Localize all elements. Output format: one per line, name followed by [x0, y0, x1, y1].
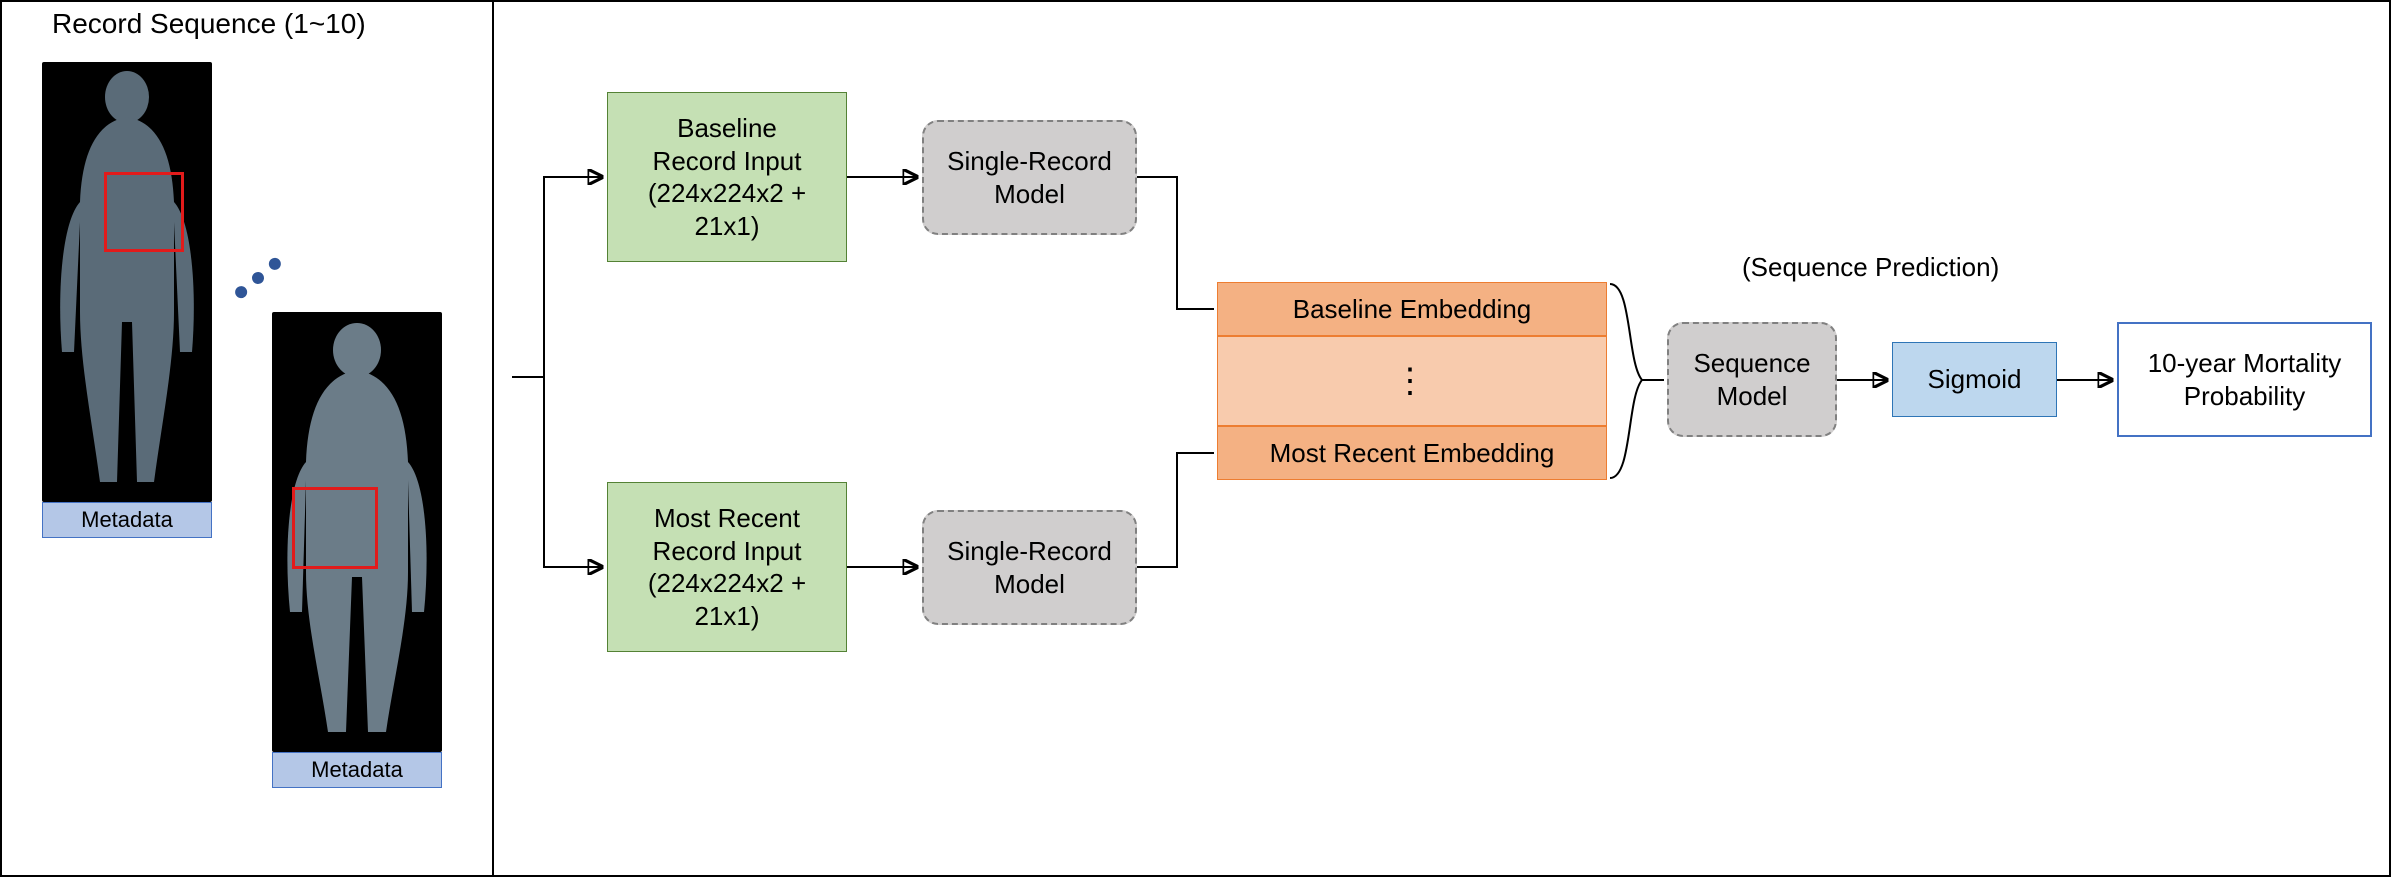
metadata-label: Metadata — [42, 502, 212, 538]
text: (224x224x2 + — [648, 177, 806, 210]
record-sequence-title: Record Sequence (1~10) — [52, 8, 366, 40]
baseline-embedding: Baseline Embedding — [1217, 282, 1607, 336]
sequence-model: Sequence Model — [1667, 322, 1837, 437]
sigmoid-block: Sigmoid — [1892, 342, 2057, 417]
baseline-record-input: Baseline Record Input (224x224x2 + 21x1) — [607, 92, 847, 262]
scan-baseline: Metadata — [42, 62, 212, 538]
text: Record Input — [648, 535, 806, 568]
vertical-divider — [492, 2, 494, 875]
text: Record Input — [648, 145, 806, 178]
text: 21x1) — [648, 600, 806, 633]
sequence-prediction-label: (Sequence Prediction) — [1742, 252, 1999, 283]
text: Baseline — [648, 112, 806, 145]
output-block: 10-year Mortality Probability — [2117, 322, 2372, 437]
single-record-model-bottom: Single-Record Model — [922, 510, 1137, 625]
text: 21x1) — [648, 210, 806, 243]
metadata-label: Metadata — [272, 752, 442, 788]
diagram-frame: Record Sequence (1~10) Metadata — [0, 0, 2391, 877]
embedding-ellipsis: ⋮ — [1217, 336, 1607, 426]
scan-recent-image — [272, 312, 442, 752]
embedding-stack: Baseline Embedding ⋮ Most Recent Embeddi… — [1217, 282, 1607, 480]
recent-embedding: Most Recent Embedding — [1217, 426, 1607, 480]
roi-box — [104, 172, 184, 252]
body-silhouette-icon — [42, 62, 212, 502]
single-record-model-top: Single-Record Model — [922, 120, 1137, 235]
text: Most Recent — [648, 502, 806, 535]
scan-recent: Metadata — [272, 312, 442, 788]
text: (224x224x2 + — [648, 567, 806, 600]
sequence-ellipsis-icon — [233, 255, 284, 300]
roi-box — [292, 487, 378, 569]
recent-record-input: Most Recent Record Input (224x224x2 + 21… — [607, 482, 847, 652]
scan-baseline-image — [42, 62, 212, 502]
